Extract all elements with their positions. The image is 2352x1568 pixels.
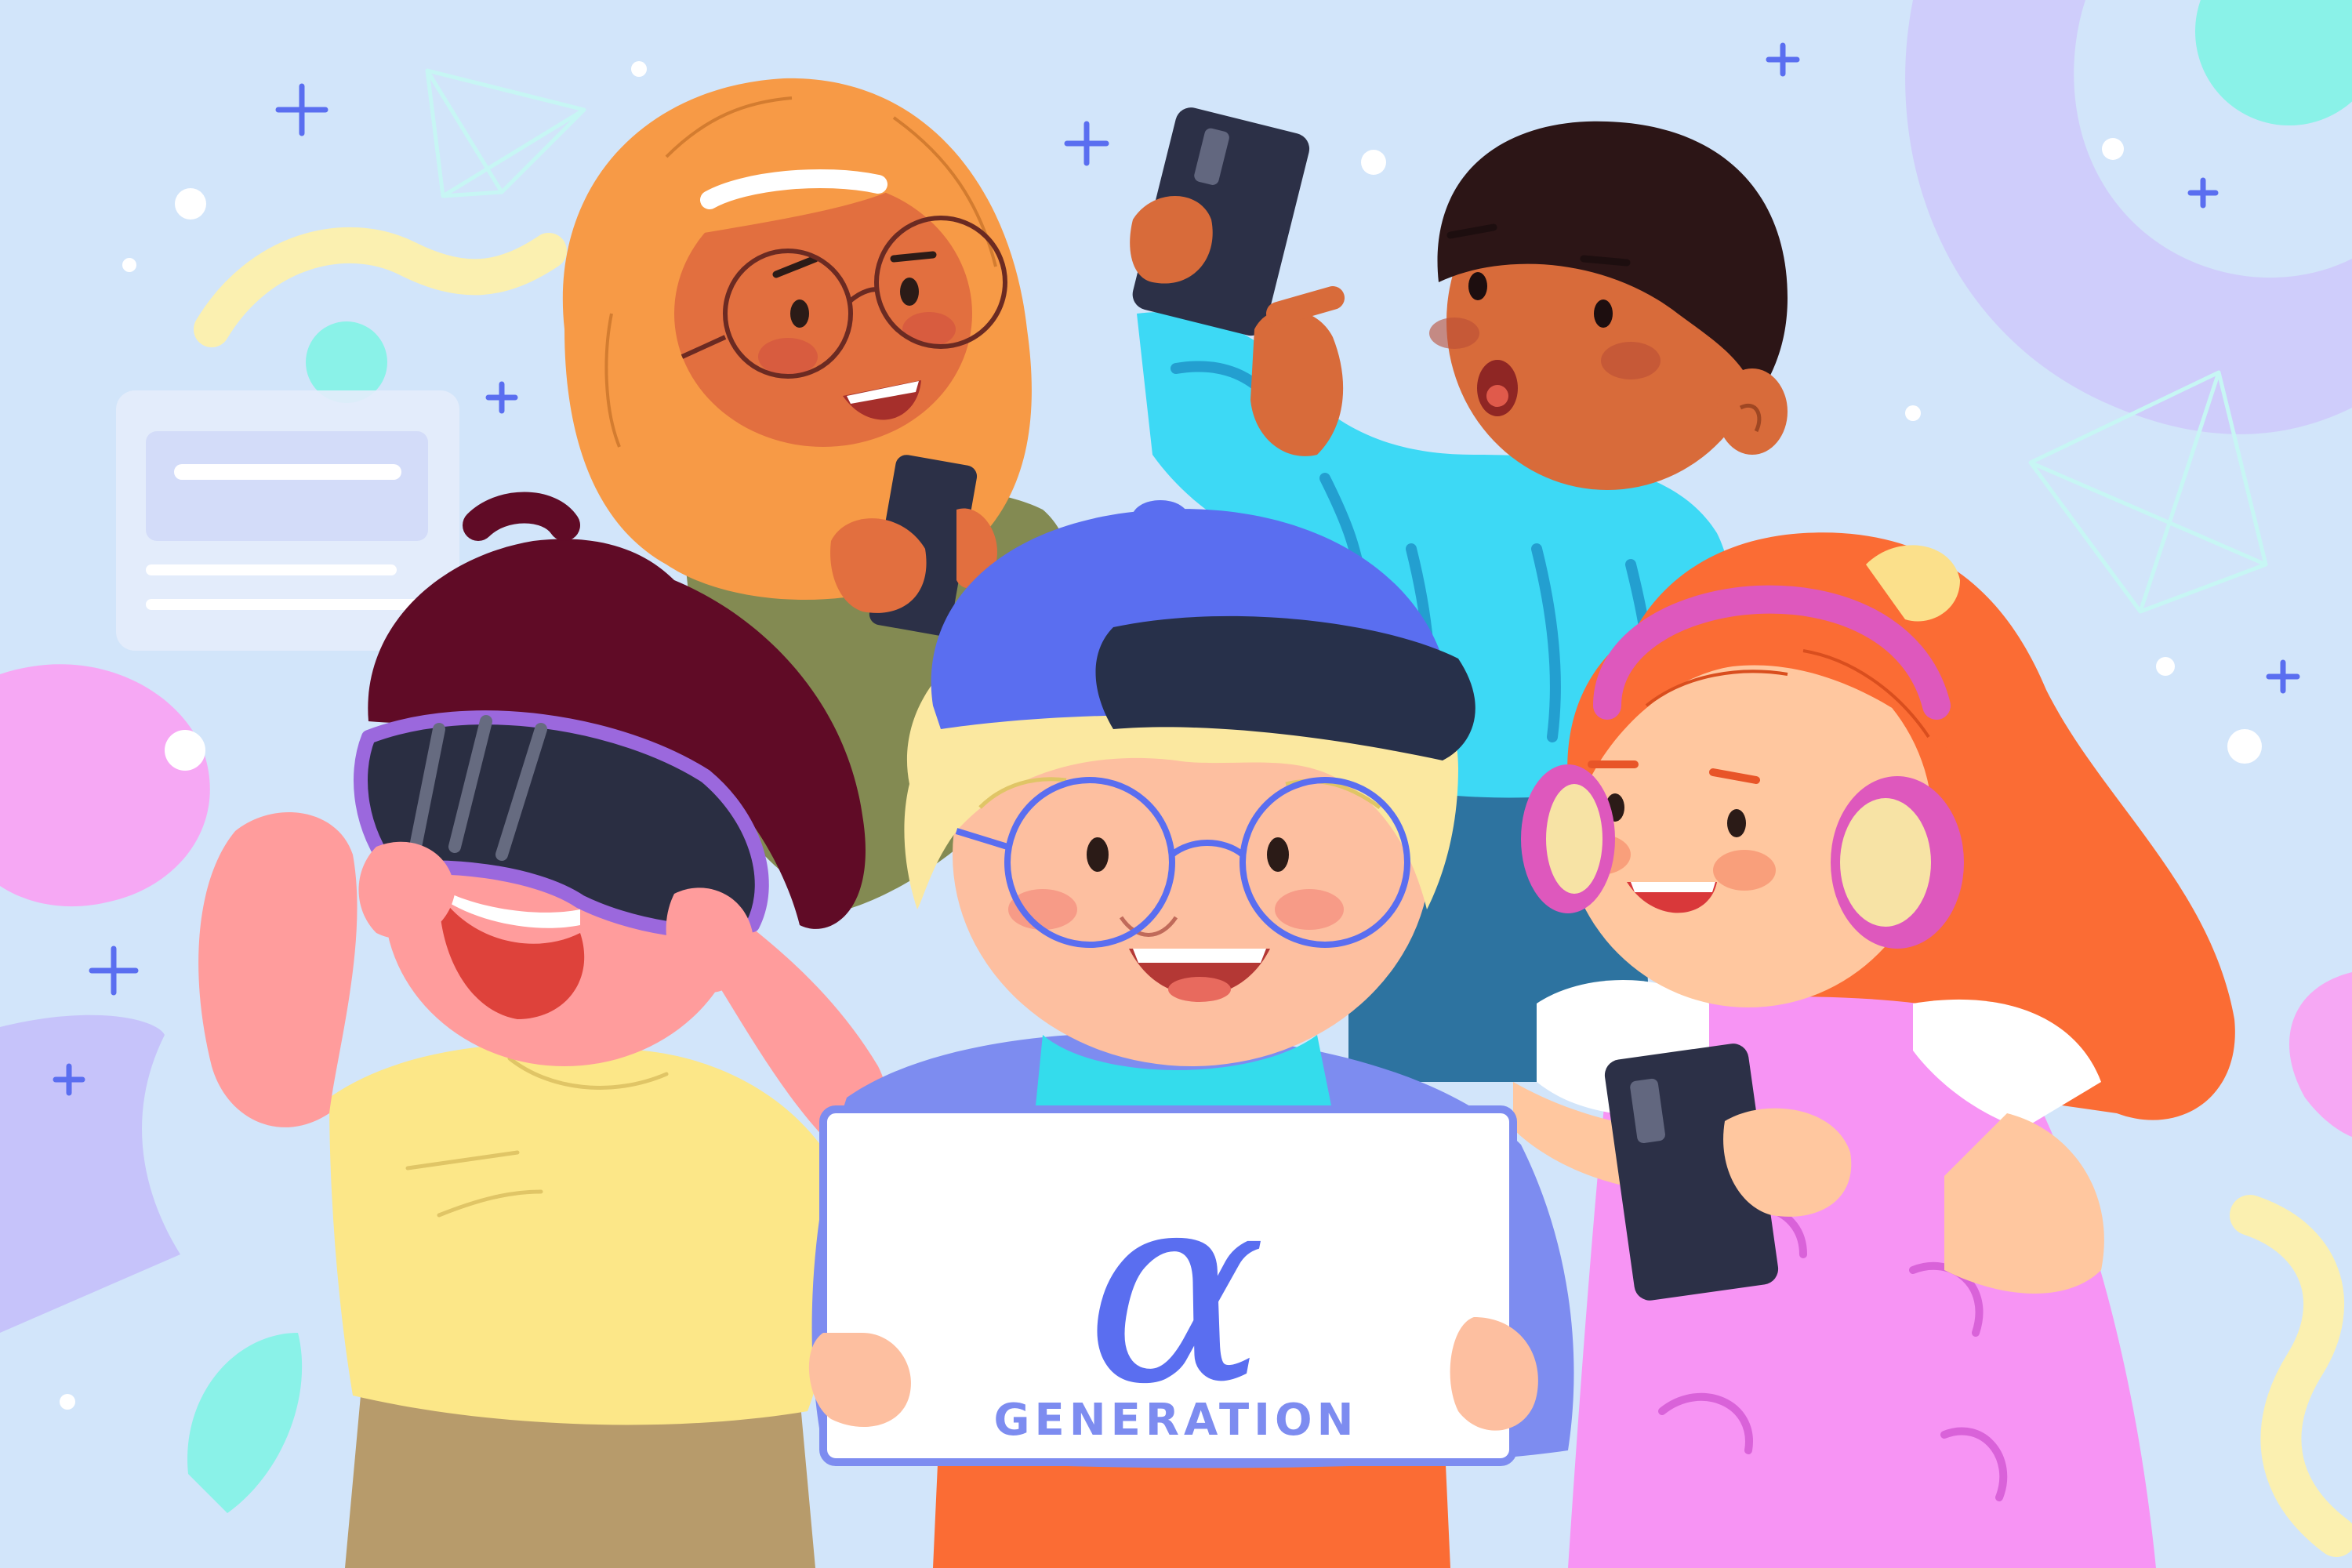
generation-sign: α GENERATION bbox=[808, 1105, 1538, 1466]
sign-caption: GENERATION bbox=[994, 1395, 1359, 1446]
illustration: α GENERATION bbox=[0, 0, 2352, 1568]
